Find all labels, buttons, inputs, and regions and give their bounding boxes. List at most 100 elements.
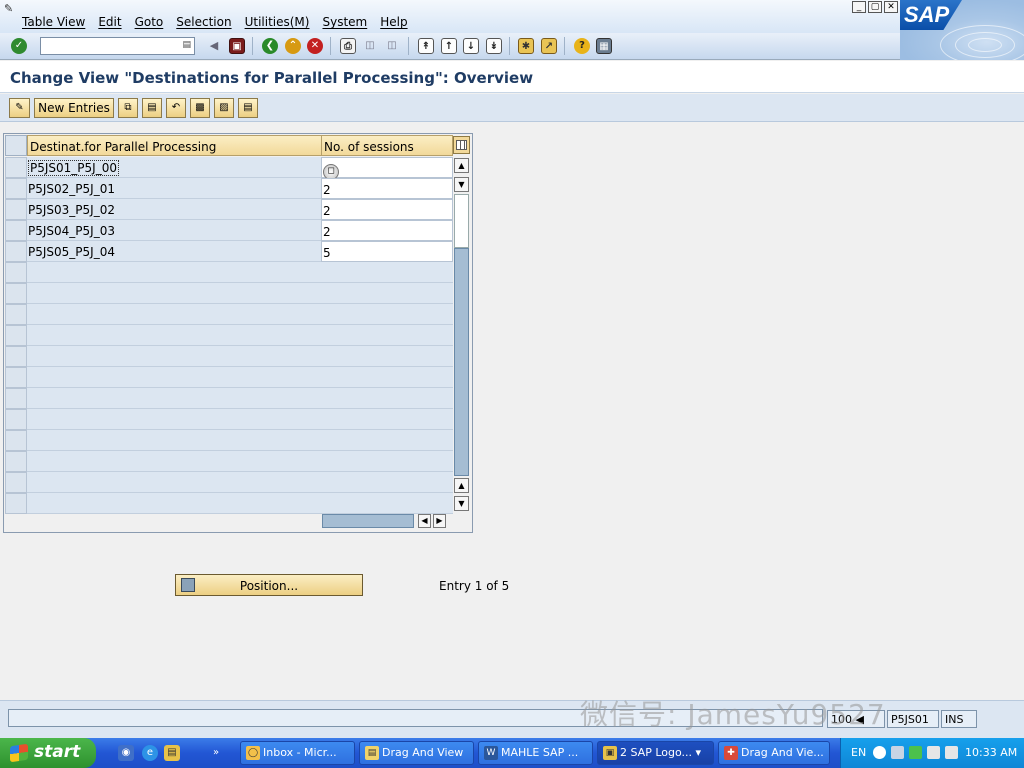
display-change-icon[interactable]: ✎ bbox=[9, 98, 30, 118]
menu-goto[interactable]: Goto bbox=[135, 15, 164, 29]
row-selector[interactable] bbox=[5, 472, 27, 493]
command-field[interactable]: ▤ bbox=[40, 37, 195, 55]
scroll-track[interactable] bbox=[454, 248, 469, 476]
destination-cell[interactable] bbox=[27, 493, 322, 514]
destination-cell[interactable] bbox=[27, 325, 322, 346]
app-menu-icon[interactable]: ✎ bbox=[4, 2, 20, 15]
sessions-cell[interactable] bbox=[321, 367, 453, 388]
sessions-field[interactable]: ◻ bbox=[321, 157, 453, 180]
row-selector[interactable] bbox=[5, 262, 27, 283]
back-arrow-icon[interactable]: ◀ bbox=[206, 38, 222, 54]
column-header-destination[interactable]: Destinat.for Parallel Processing bbox=[27, 135, 322, 156]
table-row-empty[interactable] bbox=[5, 430, 454, 451]
new-entries-button[interactable]: New Entries bbox=[34, 98, 114, 118]
page-down-icon[interactable]: ▲ bbox=[454, 478, 469, 493]
row-selector[interactable] bbox=[5, 409, 27, 430]
sessions-field[interactable]: 2 bbox=[321, 220, 453, 241]
select-all-icon[interactable]: ▩ bbox=[190, 98, 210, 118]
restore-icon[interactable]: ▢ bbox=[868, 1, 882, 13]
scroll-down-icon[interactable]: ▼ bbox=[454, 496, 469, 511]
minimize-icon[interactable]: _ bbox=[852, 1, 866, 13]
destination-cell[interactable] bbox=[27, 409, 322, 430]
table-row-empty[interactable] bbox=[5, 346, 454, 367]
sessions-cell[interactable] bbox=[321, 262, 453, 283]
table-row-empty[interactable] bbox=[5, 472, 454, 493]
row-selector[interactable] bbox=[5, 178, 27, 199]
destination-cell[interactable] bbox=[27, 283, 322, 304]
scroll-thumb[interactable] bbox=[454, 194, 469, 248]
row-selector[interactable] bbox=[5, 367, 27, 388]
sessions-cell[interactable] bbox=[321, 472, 453, 493]
copy-as-icon[interactable]: ⧉ bbox=[118, 98, 138, 118]
table-row[interactable]: P5JS02_P5J_01 2 bbox=[5, 178, 454, 199]
menu-system[interactable]: System bbox=[322, 15, 367, 29]
destination-cell[interactable] bbox=[27, 388, 322, 409]
tray-security-icon[interactable] bbox=[909, 746, 922, 759]
sessions-cell[interactable] bbox=[321, 283, 453, 304]
table-row-empty[interactable] bbox=[5, 304, 454, 325]
delete-icon[interactable]: ▤ bbox=[142, 98, 162, 118]
scroll-right-icon[interactable]: ▶ bbox=[433, 514, 446, 528]
tray-app-icon[interactable] bbox=[891, 746, 904, 759]
menu-edit[interactable]: Edit bbox=[98, 15, 121, 29]
table-row-empty[interactable] bbox=[5, 388, 454, 409]
close-icon[interactable]: ✕ bbox=[884, 1, 898, 13]
task-inbox[interactable]: ◯ Inbox - Micr... bbox=[240, 741, 355, 765]
desktop-icon[interactable]: ◉ bbox=[118, 745, 134, 761]
task-drag-and-view-app[interactable]: ✚ Drag And Vie... bbox=[718, 741, 830, 765]
menu-help[interactable]: Help bbox=[380, 15, 407, 29]
menu-utilities[interactable]: Utilities(M) bbox=[245, 15, 310, 29]
destination-cell[interactable]: P5JS03_P5J_02 bbox=[27, 199, 322, 220]
task-drag-and-view-folder[interactable]: ▤ Drag And View bbox=[359, 741, 474, 765]
destination-cell[interactable] bbox=[27, 451, 322, 472]
status-mode[interactable]: INS bbox=[941, 710, 977, 728]
table-row[interactable]: P5JS01_P5J_00 ◻ bbox=[5, 157, 454, 180]
destination-cell[interactable] bbox=[27, 430, 322, 451]
position-button[interactable]: Position... bbox=[175, 574, 363, 596]
back-icon[interactable]: ❮ bbox=[262, 38, 278, 54]
table-row-empty[interactable] bbox=[5, 451, 454, 472]
last-page-icon[interactable]: ↡ bbox=[486, 38, 502, 54]
sessions-cell[interactable] bbox=[321, 493, 453, 514]
sessions-cell[interactable] bbox=[321, 430, 453, 451]
undo-change-icon[interactable]: ↶ bbox=[166, 98, 186, 118]
task-sap-logon[interactable]: ▣ 2 SAP Logo... ▾ bbox=[597, 741, 714, 765]
destination-cell[interactable] bbox=[27, 346, 322, 367]
table-row-empty[interactable] bbox=[5, 409, 454, 430]
layout-menu-icon[interactable]: ▦ bbox=[596, 38, 612, 54]
column-header-sessions[interactable]: No. of sessions bbox=[321, 135, 453, 156]
cancel-icon[interactable]: ✕ bbox=[307, 38, 323, 54]
menu-selection[interactable]: Selection bbox=[176, 15, 231, 29]
vertical-scrollbar[interactable]: ▲ ▼ ▲ ▼ bbox=[454, 158, 471, 511]
sessions-cell[interactable] bbox=[321, 451, 453, 472]
save-icon[interactable]: ▣ bbox=[229, 38, 245, 54]
destination-cell[interactable]: P5JS05_P5J_04 bbox=[27, 241, 322, 262]
sessions-field[interactable]: 2 bbox=[321, 178, 453, 199]
select-all-column-header[interactable] bbox=[5, 135, 27, 156]
shortcut-icon[interactable]: ↗ bbox=[541, 38, 557, 54]
destination-cell[interactable]: P5JS04_P5J_03 bbox=[27, 220, 322, 241]
table-row-empty[interactable] bbox=[5, 283, 454, 304]
select-block-icon[interactable]: ▨ bbox=[214, 98, 234, 118]
destination-cell[interactable]: P5JS02_P5J_01 bbox=[27, 178, 322, 199]
destination-cell[interactable] bbox=[27, 304, 322, 325]
sessions-cell[interactable] bbox=[321, 325, 453, 346]
row-selector[interactable] bbox=[5, 241, 27, 262]
row-selector[interactable] bbox=[5, 325, 27, 346]
language-indicator[interactable]: EN bbox=[851, 746, 866, 759]
start-button[interactable]: start bbox=[0, 738, 96, 768]
row-selector[interactable] bbox=[5, 493, 27, 514]
row-selector[interactable] bbox=[5, 199, 27, 220]
help-icon[interactable]: ? bbox=[574, 38, 590, 54]
table-settings-icon[interactable] bbox=[453, 136, 470, 154]
sessions-field[interactable]: 5 bbox=[321, 241, 453, 262]
menu-table-view[interactable]: Table View bbox=[22, 15, 85, 29]
enter-icon[interactable]: ✓ bbox=[11, 38, 27, 54]
page-up-icon[interactable]: ▼ bbox=[454, 177, 469, 192]
first-page-icon[interactable]: ↟ bbox=[418, 38, 434, 54]
row-selector[interactable] bbox=[5, 304, 27, 325]
row-selector[interactable] bbox=[5, 157, 27, 178]
sessions-cell[interactable] bbox=[321, 346, 453, 367]
previous-page-icon[interactable]: ↑ bbox=[441, 38, 457, 54]
volume-icon[interactable] bbox=[927, 746, 940, 759]
